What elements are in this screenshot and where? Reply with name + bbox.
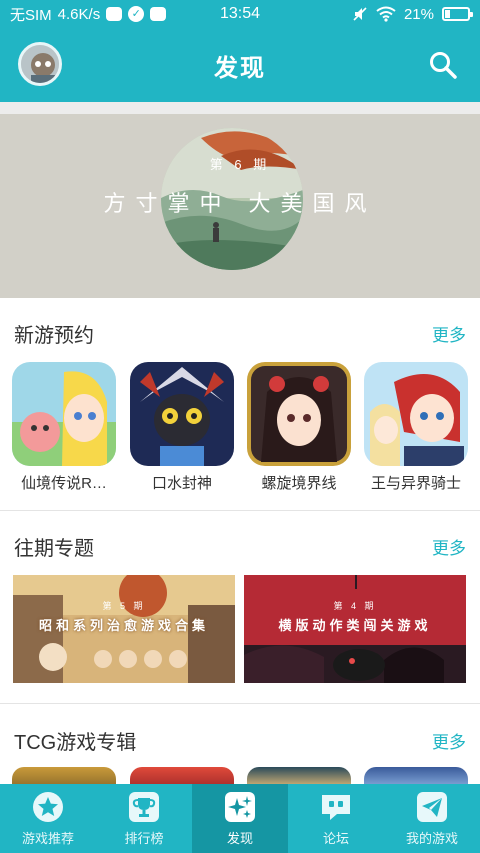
wifi-icon (376, 6, 396, 22)
check-notification-icon: ✓ (128, 6, 145, 22)
game-tile[interactable]: 仙境传说R… (12, 362, 116, 492)
luoxuan-jingjiexian-game-icon (247, 362, 351, 466)
tab-label: 我的游戏 (405, 831, 458, 846)
sparkle-icon (225, 792, 255, 822)
tab-label: 发现 (226, 831, 253, 846)
app-bar: 发现 (0, 28, 480, 102)
king-otherworld-knight-game-icon (364, 362, 468, 466)
tab-my-games[interactable]: 我的游戏 (384, 784, 480, 853)
chat-icon (322, 795, 350, 820)
topic-issue-label: 第 5 期 (102, 601, 146, 611)
banner-issue-label: 第 6 期 (209, 157, 271, 172)
battery-percent: 21% (403, 5, 434, 23)
page-title: 发现 (214, 55, 266, 82)
game-name: 王与异界骑士 (370, 475, 461, 492)
header-divider (0, 102, 480, 114)
banner-title: 方寸掌中 大美国风 (103, 192, 377, 217)
game-name: 口水封神 (151, 475, 212, 492)
carrier-text: 无SIM (10, 6, 52, 24)
tcg-title: TCG游戏专辑 (14, 732, 137, 754)
game-tile[interactable]: 口水封神 (130, 362, 234, 492)
bottom-tab-bar: 游戏推荐 排行榜 发现 论坛 我的游戏 (0, 784, 480, 853)
status-bar: 无SIM 4.6K/s ✓ 13:54 21% (0, 0, 480, 28)
section-divider (0, 510, 480, 511)
search-icon[interactable] (428, 50, 458, 80)
game-name: 螺旋境界线 (261, 475, 337, 492)
tab-forum[interactable]: 论坛 (288, 784, 384, 853)
tab-label: 论坛 (322, 831, 349, 846)
game-tile[interactable]: 螺旋境界线 (247, 362, 351, 492)
topic-title: 横版动作类闯关游戏 (278, 618, 432, 633)
topic-issue-label: 第 4 期 (333, 601, 377, 611)
past-topics-header: 往期专题 更多 (0, 518, 480, 568)
ragnarok-game-icon (12, 362, 116, 466)
tcg-header: TCG游戏专辑 更多 (0, 712, 480, 762)
notification-app-icon (106, 7, 123, 21)
tab-discover[interactable]: 发现 (192, 784, 288, 853)
topic-card-side-scroller[interactable]: 第 4 期 横版动作类闯关游戏 (244, 575, 466, 683)
mute-icon (353, 7, 367, 21)
topic-title: 昭和系列治愈游戏合集 (38, 618, 209, 633)
paper-plane-icon (417, 792, 447, 822)
new-games-header: 新游预约 更多 (0, 305, 480, 355)
game-tile[interactable]: 王与异界骑士 (364, 362, 468, 492)
topic-card-showa[interactable]: 第 5 期 昭和系列治愈游戏合集 (13, 575, 235, 683)
tab-game-recommend[interactable]: 游戏推荐 (0, 784, 96, 853)
tcg-more-link[interactable]: 更多 (432, 728, 466, 753)
game-name: 仙境传说R… (21, 475, 107, 492)
network-speed: 4.6K/s (57, 5, 101, 23)
section-divider (0, 703, 480, 704)
koushui-fengshen-game-icon (130, 362, 234, 466)
new-games-title: 新游预约 (14, 325, 94, 347)
past-topics-title: 往期专题 (14, 538, 94, 560)
tab-ranking[interactable]: 排行榜 (96, 784, 192, 853)
battery-icon (442, 7, 473, 21)
past-topics-more-link[interactable]: 更多 (432, 534, 466, 559)
trophy-icon (129, 792, 159, 822)
new-games-more-link[interactable]: 更多 (432, 321, 466, 346)
tab-label: 排行榜 (124, 831, 164, 846)
star-icon (33, 792, 63, 822)
featured-banner[interactable]: 第 6 期 方寸掌中 大美国风 (0, 114, 480, 298)
notification-app-icon-2 (150, 7, 167, 21)
tab-label: 游戏推荐 (21, 831, 74, 846)
